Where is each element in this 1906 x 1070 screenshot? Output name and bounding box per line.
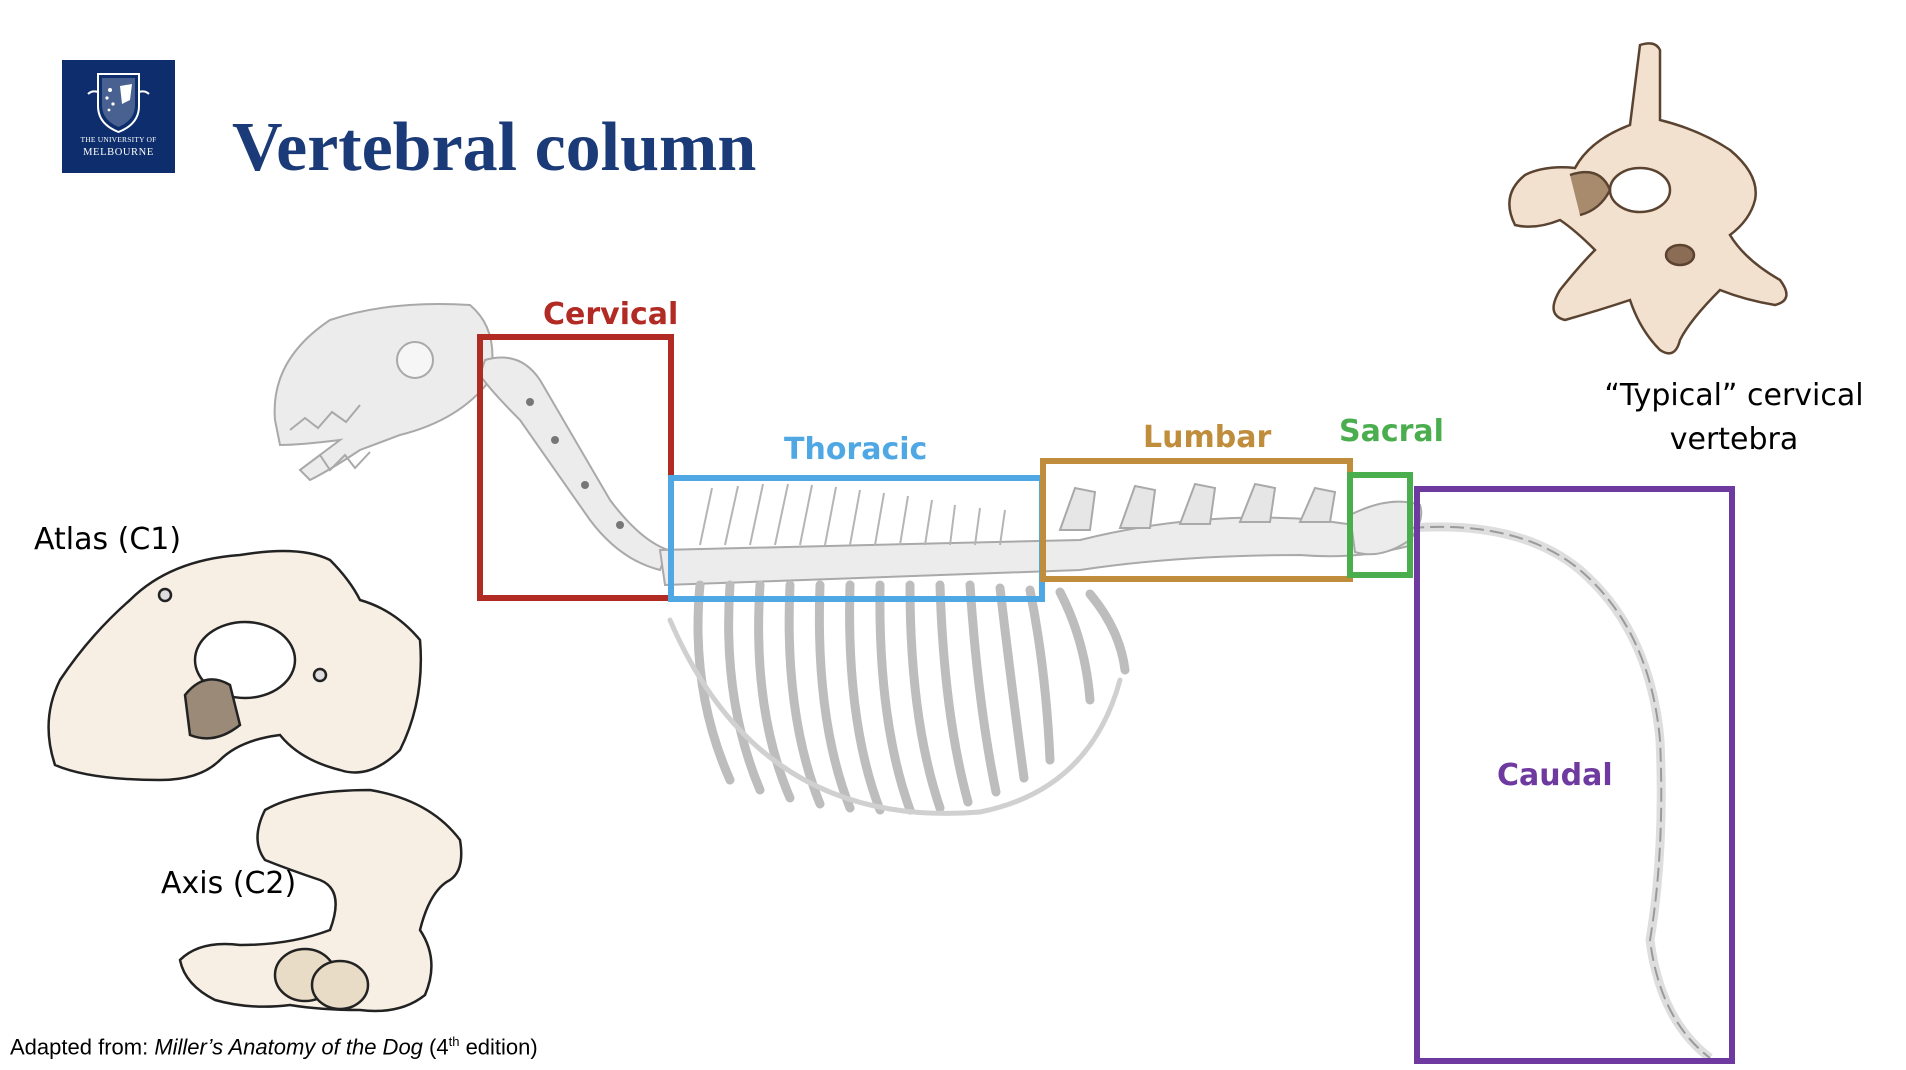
lumbar-label: Lumbar xyxy=(1143,420,1272,455)
skull-illustration xyxy=(273,303,494,482)
thoracic-region-box xyxy=(668,475,1045,602)
source-prefix: Adapted from: xyxy=(10,1034,155,1060)
caudal-label: Caudal xyxy=(1497,758,1613,793)
typical-cervical-vertebra-illustration xyxy=(1508,42,1788,355)
source-edition-close: edition) xyxy=(459,1034,538,1060)
lumbar-region-box xyxy=(1040,458,1353,582)
source-book-title: Miller’s Anatomy of the Dog xyxy=(154,1034,423,1060)
axis-caption: Axis (C2) xyxy=(161,866,297,901)
thoracic-label: Thoracic xyxy=(784,432,928,467)
source-edition-open: (4 xyxy=(422,1034,449,1060)
sacral-label: Sacral xyxy=(1339,414,1444,449)
source-citation: Adapted from: Miller’s Anatomy of the Do… xyxy=(10,1034,538,1060)
typical-vertebra-caption: “Typical” cervical vertebra xyxy=(1604,378,1864,457)
source-edition-superscript: th xyxy=(448,1034,460,1049)
cervical-region-box xyxy=(477,334,674,601)
atlas-caption: Atlas (C1) xyxy=(34,522,182,557)
sacral-region-box xyxy=(1347,472,1413,578)
ribcage-illustration xyxy=(667,580,1130,816)
atlas-illustration xyxy=(47,549,423,782)
cervical-label: Cervical xyxy=(543,297,679,332)
